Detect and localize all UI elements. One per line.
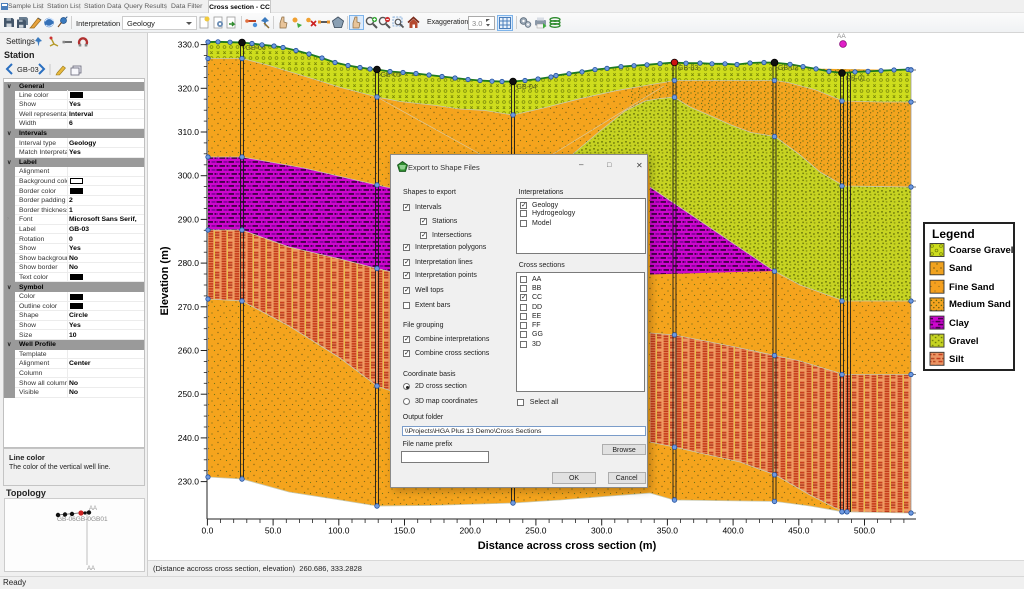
svg-text:240.0: 240.0	[178, 433, 200, 443]
svg-text:50.0: 50.0	[265, 526, 282, 536]
svg-text:250.0: 250.0	[178, 389, 200, 399]
svg-text:AA: AA	[87, 566, 95, 571]
svg-text:270.0: 270.0	[178, 302, 200, 312]
svg-text:GB-01: GB-01	[846, 76, 866, 83]
svg-text:GB-02: GB-02	[778, 65, 798, 72]
svg-text:400.0: 400.0	[722, 526, 744, 536]
svg-text:350.0: 350.0	[657, 526, 679, 536]
svg-text:260.0: 260.0	[178, 346, 200, 356]
svg-text:250.0: 250.0	[525, 526, 547, 536]
svg-text:AA: AA	[837, 33, 846, 40]
svg-text:500.0: 500.0	[854, 526, 876, 536]
svg-text:450.0: 450.0	[788, 526, 810, 536]
svg-text:330.0: 330.0	[178, 40, 200, 50]
svg-text:GB-03: GB-03	[17, 65, 39, 74]
svg-text:GB-03: GB-03	[678, 65, 698, 72]
svg-text:200.0: 200.0	[460, 526, 482, 536]
svg-text:310.0: 310.0	[178, 127, 200, 137]
svg-text:280.0: 280.0	[178, 258, 200, 268]
svg-text:GB-04: GB-04	[517, 84, 537, 91]
svg-text:300.0: 300.0	[591, 526, 613, 536]
svg-text:GB-06​GB​-0​GB​01: GB-06​GB​-0​GB​01	[57, 516, 108, 523]
svg-text:300.0: 300.0	[178, 171, 200, 181]
svg-text:290.0: 290.0	[178, 214, 200, 224]
svg-text:0.0: 0.0	[201, 526, 213, 536]
svg-text:100.0: 100.0	[328, 526, 350, 536]
svg-text:Distance across cross section: Distance across cross section (m)	[478, 540, 657, 552]
svg-text:Elevation (m): Elevation (m)	[159, 246, 171, 315]
svg-text:320.0: 320.0	[178, 83, 200, 93]
svg-text:230.0: 230.0	[178, 477, 200, 487]
svg-text:150.0: 150.0	[394, 526, 416, 536]
